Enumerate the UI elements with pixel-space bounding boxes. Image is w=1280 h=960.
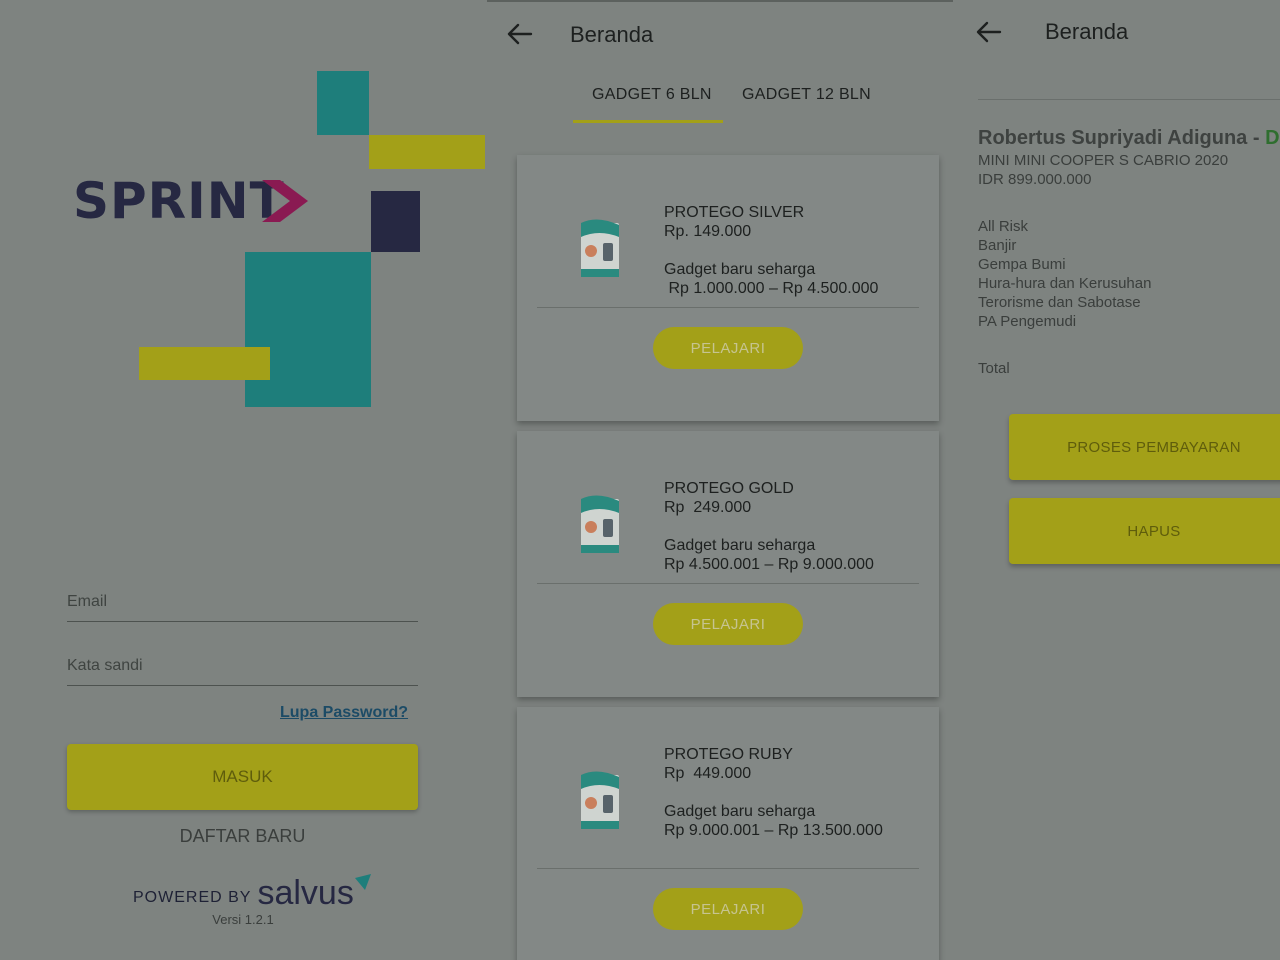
header-divider <box>978 99 1280 100</box>
payment-button[interactable]: PROSES PEMBAYARAN <box>1009 414 1280 480</box>
register-link[interactable]: DAFTAR BARU <box>67 826 418 847</box>
version-label: Versi 1.2.1 <box>212 912 274 927</box>
logo-navy-square <box>371 191 420 252</box>
product-desc: Gadget baru seharga <box>664 537 816 554</box>
learn-button[interactable]: PELAJARI <box>653 327 803 369</box>
learn-button[interactable]: PELAJARI <box>653 603 803 645</box>
logo-yellow-bar-top <box>369 135 485 169</box>
top-border <box>487 0 953 2</box>
vehicle-value: IDR 899.000.000 <box>978 171 1092 188</box>
back-arrow-icon[interactable] <box>507 22 533 46</box>
product-range: Rp 4.500.001 – Rp 9.000.000 <box>664 556 874 573</box>
learn-button[interactable]: PELAJARI <box>653 888 803 930</box>
page-title: Beranda <box>1045 19 1129 44</box>
tab-gadget-12-bln[interactable]: GADGET 12 BLN <box>742 86 871 104</box>
detail-screen: Beranda Robertus Supriyadi Adiguna - Dit… <box>953 0 1280 960</box>
product-price: Rp 449.000 <box>664 765 752 782</box>
salvus-mark-icon <box>354 874 371 890</box>
sprint-logo-text: SPRINT <box>73 172 285 230</box>
coverage-item: PA Pengemudi <box>978 313 1077 330</box>
logo-yellow-bar-bottom <box>139 347 270 380</box>
products-screen: Beranda GADGET 6 BLN GADGET 12 BLN PROTE… <box>487 0 953 960</box>
login-screen: SPRINT Lupa Password? MASUK DAFTAR BARU … <box>0 0 487 960</box>
page-title: Beranda <box>570 22 654 47</box>
card-divider <box>537 307 919 308</box>
product-range: Rp 9.000.001 – Rp 13.500.000 <box>664 822 883 839</box>
product-desc: Gadget baru seharga <box>664 803 816 820</box>
product-card: PROTEGO RUBY Rp 449.000 Gadget baru seha… <box>517 707 939 960</box>
chevron-right-icon <box>262 180 308 222</box>
coverage-item: Terorisme dan Sabotase <box>978 294 1141 311</box>
customer-heading: Robertus Supriyadi Adiguna - Dit <box>978 127 1280 150</box>
login-button[interactable]: MASUK <box>67 744 418 810</box>
card-divider <box>537 583 919 584</box>
product-box-image <box>581 771 619 829</box>
powered-by-label: POWERED BY <box>133 889 252 906</box>
coverage-item: Gempa Bumi <box>978 256 1066 273</box>
product-name: PROTEGO RUBY <box>664 746 793 763</box>
salvus-brand-text: salvus <box>257 874 354 912</box>
customer-status: Dit <box>1265 127 1280 149</box>
customer-name: Robertus Supriyadi Adiguna - <box>978 127 1266 149</box>
product-card: PROTEGO GOLD Rp 249.000 Gadget baru seha… <box>517 431 939 697</box>
logo-teal-square-top <box>317 71 369 135</box>
forgot-password-link[interactable]: Lupa Password? <box>280 704 408 722</box>
delete-button[interactable]: HAPUS <box>1009 498 1280 564</box>
product-card: PROTEGO SILVER Rp. 149.000 Gadget baru s… <box>517 155 939 421</box>
password-field[interactable] <box>67 646 418 686</box>
total-label: Total <box>978 360 1010 377</box>
logo-teal-large-block <box>245 252 371 407</box>
back-arrow-icon[interactable] <box>976 20 1002 44</box>
coverage-item: All Risk <box>978 218 1029 235</box>
product-box-image <box>581 219 619 277</box>
product-desc: Gadget baru seharga <box>664 261 816 278</box>
card-divider <box>537 868 919 869</box>
product-box-image <box>581 495 619 553</box>
product-name: PROTEGO SILVER <box>664 204 805 221</box>
active-tab-indicator <box>573 120 723 123</box>
coverage-item: Hura-hura dan Kerusuhan <box>978 275 1152 292</box>
vehicle-label: MINI MINI COOPER S CABRIO 2020 <box>978 152 1229 169</box>
product-name: PROTEGO GOLD <box>664 480 794 497</box>
product-price: Rp 249.000 <box>664 499 752 516</box>
powered-by-logo: POWERED BY salvus <box>133 874 371 910</box>
password-input[interactable] <box>67 646 418 685</box>
email-input[interactable] <box>67 582 418 621</box>
product-price: Rp. 149.000 <box>664 223 752 240</box>
tab-gadget-6-bln[interactable]: GADGET 6 BLN <box>592 86 712 104</box>
product-range: Rp 1.000.000 – Rp 4.500.000 <box>664 280 879 297</box>
email-field[interactable] <box>67 582 418 622</box>
coverage-item: Banjir <box>978 237 1017 254</box>
